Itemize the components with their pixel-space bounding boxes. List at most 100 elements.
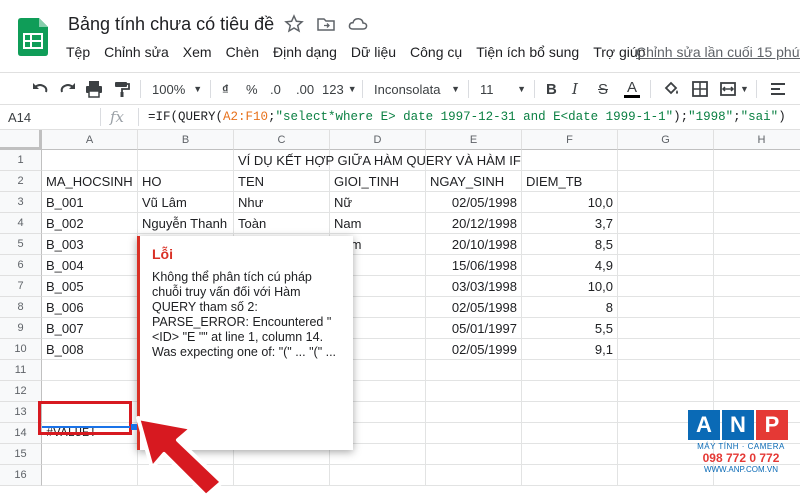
cell-e2[interactable]: NGAY_SINH bbox=[426, 171, 522, 192]
cell-e6[interactable]: 15/06/1998 bbox=[426, 255, 522, 276]
name-box[interactable]: A14 bbox=[8, 110, 31, 125]
cell-a1[interactable] bbox=[42, 150, 138, 171]
cell-g10[interactable] bbox=[618, 339, 714, 360]
merge-cells-icon[interactable] bbox=[718, 79, 738, 99]
cell-f2[interactable]: DIEM_TB bbox=[522, 171, 618, 192]
row-header-14[interactable]: 14 bbox=[0, 423, 42, 444]
font-family-select[interactable]: Inconsolata ▼ bbox=[374, 79, 460, 99]
cell-a15[interactable] bbox=[42, 444, 138, 465]
formula-input[interactable]: =IF(QUERY(A2:F10;"select*where E> date 1… bbox=[148, 110, 786, 124]
row-header-3[interactable]: 3 bbox=[0, 192, 42, 213]
row-header-16[interactable]: 16 bbox=[0, 465, 42, 486]
cell-b4[interactable]: Nguyễn Thanh bbox=[138, 213, 234, 234]
menu-view[interactable]: Xem bbox=[183, 44, 212, 60]
cell-h10[interactable] bbox=[714, 339, 800, 360]
cell-e5[interactable]: 20/10/1998 bbox=[426, 234, 522, 255]
cell-d2[interactable]: GIOI_TINH bbox=[330, 171, 426, 192]
cell-g3[interactable] bbox=[618, 192, 714, 213]
cell-a2[interactable]: MA_HOCSINH bbox=[42, 171, 138, 192]
cell-e11[interactable] bbox=[426, 360, 522, 381]
cell-e13[interactable] bbox=[426, 402, 522, 423]
cell-a11[interactable] bbox=[42, 360, 138, 381]
cell-f15[interactable] bbox=[522, 444, 618, 465]
increase-decimal-button[interactable]: .00 bbox=[296, 79, 314, 99]
cell-f10[interactable]: 9,1 bbox=[522, 339, 618, 360]
cell-e9[interactable]: 05/01/1997 bbox=[426, 318, 522, 339]
cell-g12[interactable] bbox=[618, 381, 714, 402]
row-header-4[interactable]: 4 bbox=[0, 213, 42, 234]
cell-e7[interactable]: 03/03/1998 bbox=[426, 276, 522, 297]
cell-f4[interactable]: 3,7 bbox=[522, 213, 618, 234]
cell-b3[interactable]: Vũ Lâm bbox=[138, 192, 234, 213]
sheets-logo-icon[interactable] bbox=[18, 18, 48, 56]
menu-data[interactable]: Dữ liệu bbox=[351, 44, 396, 60]
menu-format[interactable]: Định dạng bbox=[273, 44, 337, 60]
cell-c2[interactable]: TEN bbox=[234, 171, 330, 192]
cell-e14[interactable] bbox=[426, 423, 522, 444]
column-header-g[interactable]: G bbox=[618, 130, 714, 150]
cell-h4[interactable] bbox=[714, 213, 800, 234]
move-folder-icon[interactable] bbox=[316, 14, 336, 34]
decrease-decimal-button[interactable]: .0 bbox=[270, 79, 281, 99]
row-header-2[interactable]: 2 bbox=[0, 171, 42, 192]
cell-a10[interactable]: B_008 bbox=[42, 339, 138, 360]
cell-a16[interactable] bbox=[42, 465, 138, 486]
cell-g2[interactable] bbox=[618, 171, 714, 192]
cell-a12[interactable] bbox=[42, 381, 138, 402]
percent-format-button[interactable]: % bbox=[246, 79, 258, 99]
cell-f14[interactable] bbox=[522, 423, 618, 444]
menu-edit[interactable]: Chỉnh sửa bbox=[104, 44, 169, 60]
last-edit-link[interactable]: Chỉnh sửa lần cuối 15 phút t bbox=[636, 44, 800, 60]
cell-h2[interactable] bbox=[714, 171, 800, 192]
cell-h9[interactable] bbox=[714, 318, 800, 339]
borders-icon[interactable] bbox=[690, 79, 710, 99]
cell-g8[interactable] bbox=[618, 297, 714, 318]
cell-g4[interactable] bbox=[618, 213, 714, 234]
row-header-13[interactable]: 13 bbox=[0, 402, 42, 423]
cloud-saved-icon[interactable] bbox=[348, 14, 368, 34]
column-header-f[interactable]: F bbox=[522, 130, 618, 150]
cell-f9[interactable]: 5,5 bbox=[522, 318, 618, 339]
font-size-select[interactable]: 11 ▼ bbox=[480, 79, 526, 99]
cell-b2[interactable]: HO bbox=[138, 171, 234, 192]
cell-c16[interactable] bbox=[234, 465, 330, 486]
cell-h5[interactable] bbox=[714, 234, 800, 255]
cell-f3[interactable]: 10,0 bbox=[522, 192, 618, 213]
cell-f1[interactable] bbox=[522, 150, 618, 171]
cell-h3[interactable] bbox=[714, 192, 800, 213]
bold-button[interactable]: B bbox=[546, 79, 557, 99]
column-header-h[interactable]: H bbox=[714, 130, 800, 150]
cell-d4[interactable]: Nam bbox=[330, 213, 426, 234]
cell-g1[interactable] bbox=[618, 150, 714, 171]
row-header-12[interactable]: 12 bbox=[0, 381, 42, 402]
cell-g7[interactable] bbox=[618, 276, 714, 297]
cell-f13[interactable] bbox=[522, 402, 618, 423]
cell-h11[interactable] bbox=[714, 360, 800, 381]
row-header-9[interactable]: 9 bbox=[0, 318, 42, 339]
cell-e15[interactable] bbox=[426, 444, 522, 465]
menu-tools[interactable]: Công cụ bbox=[410, 44, 462, 60]
cell-f16[interactable] bbox=[522, 465, 618, 486]
row-header-10[interactable]: 10 bbox=[0, 339, 42, 360]
cell-f7[interactable]: 10,0 bbox=[522, 276, 618, 297]
cell-d3[interactable]: Nữ bbox=[330, 192, 426, 213]
italic-button[interactable]: I bbox=[572, 79, 578, 99]
row-header-11[interactable]: 11 bbox=[0, 360, 42, 381]
document-title[interactable]: Bảng tính chưa có tiêu đề bbox=[68, 14, 274, 35]
column-header-e[interactable]: E bbox=[426, 130, 522, 150]
cell-a6[interactable]: B_004 bbox=[42, 255, 138, 276]
cell-e10[interactable]: 02/05/1999 bbox=[426, 339, 522, 360]
cell-g11[interactable] bbox=[618, 360, 714, 381]
column-header-a[interactable]: A bbox=[42, 130, 138, 150]
print-icon[interactable] bbox=[84, 79, 104, 99]
cell-e8[interactable]: 02/05/1998 bbox=[426, 297, 522, 318]
menu-file[interactable]: Tệp bbox=[66, 44, 90, 60]
horizontal-align-icon[interactable] bbox=[768, 79, 788, 99]
cell-c3[interactable]: Như bbox=[234, 192, 330, 213]
undo-icon[interactable] bbox=[30, 79, 50, 99]
cell-a5[interactable]: B_003 bbox=[42, 234, 138, 255]
cell-a9[interactable]: B_007 bbox=[42, 318, 138, 339]
column-header-c[interactable]: C bbox=[234, 130, 330, 150]
paint-format-icon[interactable] bbox=[112, 79, 132, 99]
cell-e4[interactable]: 20/12/1998 bbox=[426, 213, 522, 234]
